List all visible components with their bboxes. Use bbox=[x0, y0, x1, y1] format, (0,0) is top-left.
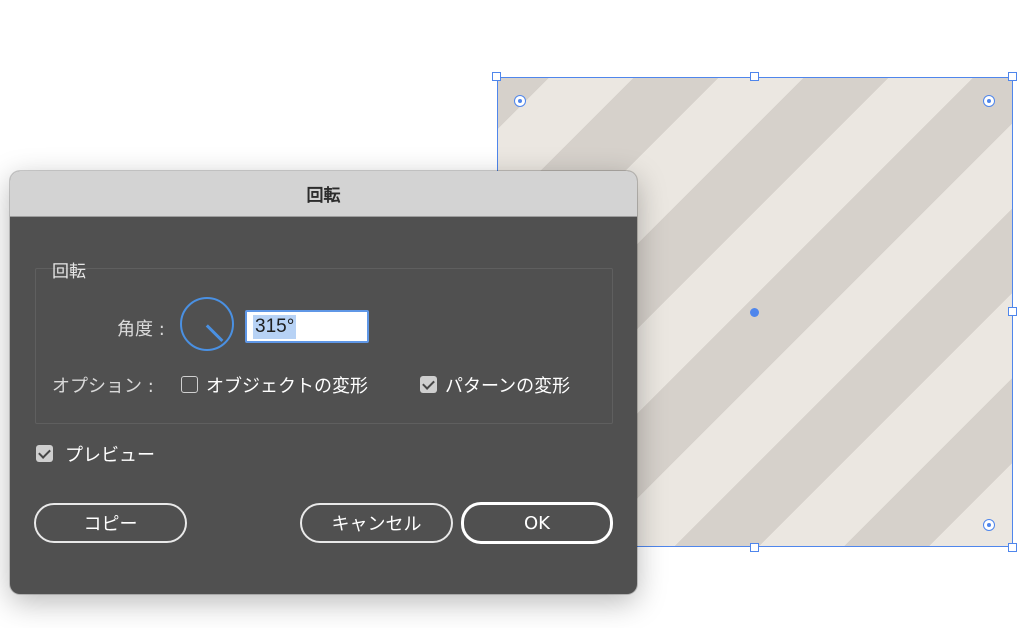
rotate-dialog: 回転 回転 角度 : 315° オプション : オブジェクトの変形 パターンの変… bbox=[10, 171, 637, 594]
canvas-stage: 回転 回転 角度 : 315° オプション : オブジェクトの変形 パターンの変… bbox=[0, 0, 1024, 628]
copy-button[interactable]: コピー bbox=[34, 503, 187, 543]
handle-bottom-right[interactable] bbox=[1008, 543, 1017, 552]
center-point-icon bbox=[750, 308, 759, 317]
angle-dial-needle bbox=[206, 324, 224, 342]
checkbox-checked-icon[interactable] bbox=[420, 376, 437, 393]
angle-dial-icon[interactable] bbox=[180, 297, 234, 351]
angle-input[interactable]: 315° bbox=[245, 310, 369, 343]
handle-top-right[interactable] bbox=[1008, 72, 1017, 81]
transform-objects-label[interactable]: オブジェクトの変形 bbox=[206, 372, 368, 398]
preview-label[interactable]: プレビュー bbox=[65, 441, 155, 467]
rotate-group-box bbox=[35, 268, 613, 424]
cancel-button[interactable]: キャンセル bbox=[300, 503, 453, 543]
corner-widget-icon[interactable] bbox=[983, 95, 995, 107]
handle-top-middle[interactable] bbox=[750, 72, 759, 81]
ok-button[interactable]: OK bbox=[461, 502, 613, 544]
handle-top-left[interactable] bbox=[492, 72, 501, 81]
corner-widget-icon[interactable] bbox=[983, 519, 995, 531]
checkbox-unchecked-icon[interactable] bbox=[181, 376, 198, 393]
handle-bottom-middle[interactable] bbox=[750, 543, 759, 552]
rotate-group-title: 回転 bbox=[52, 262, 86, 282]
angle-input-value: 315° bbox=[253, 314, 297, 339]
handle-middle-right[interactable] bbox=[1008, 307, 1017, 316]
transform-patterns-label[interactable]: パターンの変形 bbox=[445, 372, 570, 398]
options-label: オプション : bbox=[52, 376, 154, 397]
angle-label: 角度 : bbox=[117, 319, 165, 340]
dialog-title: 回転 bbox=[306, 186, 341, 206]
dialog-titlebar[interactable]: 回転 bbox=[10, 171, 637, 217]
corner-widget-icon[interactable] bbox=[514, 95, 526, 107]
checkbox-checked-icon[interactable] bbox=[36, 445, 53, 462]
